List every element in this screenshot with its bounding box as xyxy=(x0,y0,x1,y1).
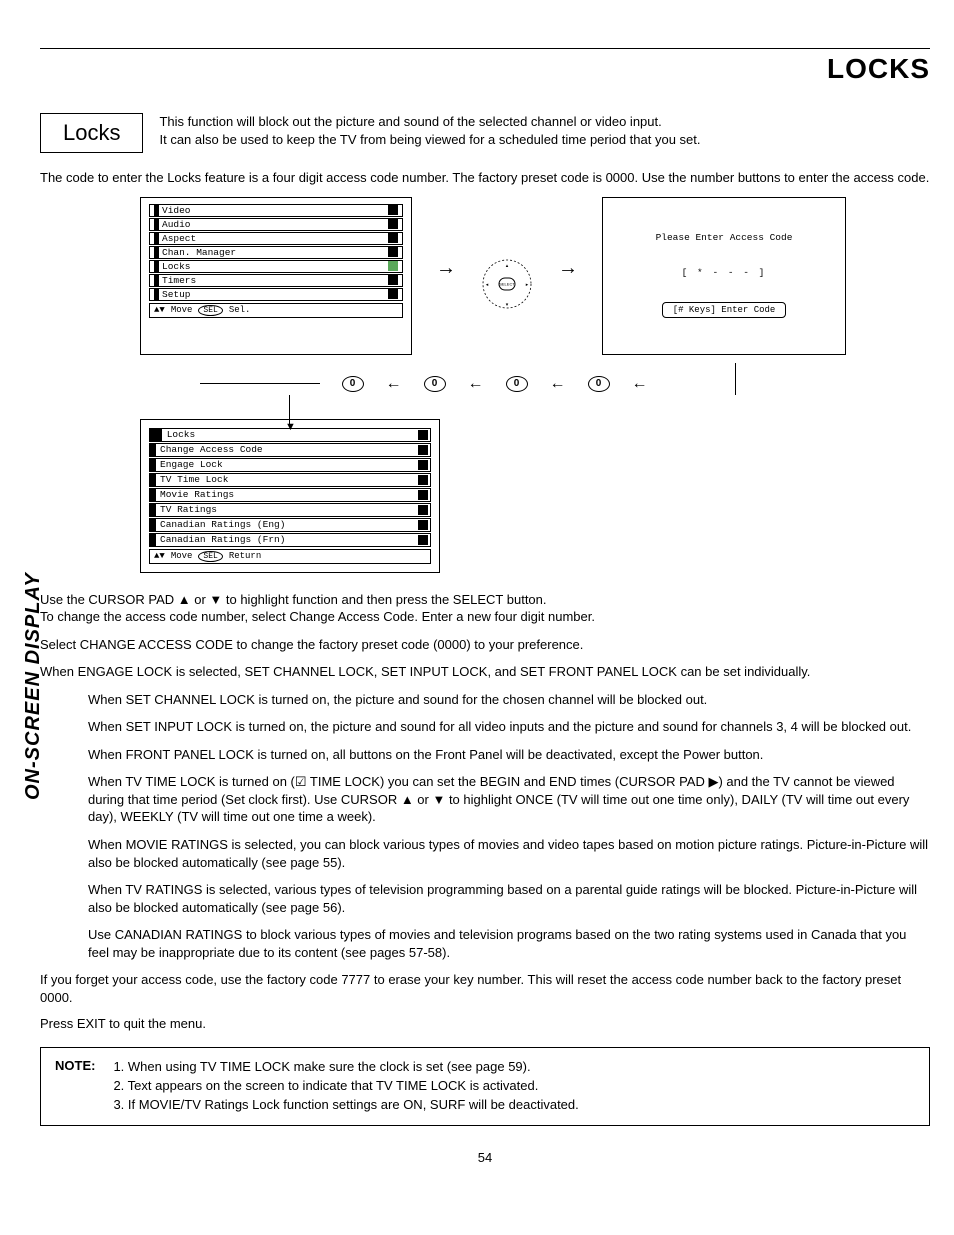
access-panel-title: Please Enter Access Code xyxy=(613,232,835,243)
body-p8: When MOVIE RATINGS is selected, you can … xyxy=(88,836,930,871)
note-item-2: 2. Text appears on the screen to indicat… xyxy=(113,1077,578,1096)
note-item-3: 3. If MOVIE/TV Ratings Lock function set… xyxy=(113,1096,578,1115)
body-p7: When TV TIME LOCK is turned on (☑ TIME L… xyxy=(88,773,930,826)
updown-icon: ▲▼ xyxy=(154,551,165,561)
body-p11: If you forget your access code, use the … xyxy=(40,971,930,1006)
submenu-item: Canadian Ratings (Frn) xyxy=(149,533,431,547)
footer-sel-label: Sel. xyxy=(229,305,251,315)
note-item-1: 1. When using TV TIME LOCK make sure the… xyxy=(113,1058,578,1077)
digit-button-0: 0 xyxy=(342,376,364,392)
body-p1: Use the CURSOR PAD ▲ or ▼ to highlight f… xyxy=(40,591,930,626)
arrow-left-icon: ← xyxy=(550,375,566,393)
menu-item-locks: Locks xyxy=(149,260,403,273)
remote-select-graphic: SELECT ▴ ▾ ◂ ▸ xyxy=(480,197,534,311)
menu-footer: ▲▼ Move SEL Sel. xyxy=(149,303,403,318)
submenu-item: Canadian Ratings (Eng) xyxy=(149,518,431,532)
submenu-item: Engage Lock xyxy=(149,458,431,472)
digit-button-0: 0 xyxy=(424,376,446,392)
footer-move-label: Move xyxy=(171,305,193,315)
body-p10: Use CANADIAN RATINGS to block various ty… xyxy=(88,926,930,961)
body-p2: Select CHANGE ACCESS CODE to change the … xyxy=(40,636,930,654)
menu-item-chan-manager: Chan. Manager xyxy=(149,246,403,259)
preamble-text: The code to enter the Locks feature is a… xyxy=(40,169,930,187)
body-p12: Press EXIT to quit the menu. xyxy=(40,1016,930,1031)
submenu-footer: ▲▼ Move SEL Return xyxy=(149,549,431,564)
footer-return-label: Return xyxy=(229,551,261,561)
footer-move-label: Move xyxy=(171,551,193,561)
locks-submenu-panel: Locks Change Access Code Engage Lock TV … xyxy=(140,419,440,573)
arrow-right-icon: → xyxy=(436,257,456,280)
page-number: 54 xyxy=(40,1150,930,1165)
svg-text:▾: ▾ xyxy=(506,302,509,308)
arrow-left-icon: ← xyxy=(468,375,484,393)
remote-select-label: SELECT xyxy=(499,281,515,286)
digit-button-0: 0 xyxy=(588,376,610,392)
sel-oval-icon: SEL xyxy=(198,305,222,316)
body-p5: When SET INPUT LOCK is turned on, the pi… xyxy=(88,718,930,736)
body-p9: When TV RATINGS is selected, various typ… xyxy=(88,881,930,916)
submenu-item: TV Ratings xyxy=(149,503,431,517)
osd-main-menu-panel: Video Audio Aspect Chan. Manager Locks T… xyxy=(140,197,412,355)
body-p6: When FRONT PANEL LOCK is turned on, all … xyxy=(88,746,930,764)
note-box: NOTE: 1. When using TV TIME LOCK make su… xyxy=(40,1047,930,1126)
body-p4: When SET CHANNEL LOCK is turned on, the … xyxy=(88,691,930,709)
menu-item-setup: Setup xyxy=(149,288,403,301)
arrow-to-access-panel: → xyxy=(558,197,578,280)
menu-item-timers: Timers xyxy=(149,274,403,287)
arrow-left-icon: ← xyxy=(632,375,648,393)
menu-item-video: Video xyxy=(149,204,403,217)
svg-text:▸: ▸ xyxy=(526,282,529,288)
submenu-item: Change Access Code xyxy=(149,443,431,457)
menu-item-audio: Audio xyxy=(149,218,403,231)
body-p3: When ENGAGE LOCK is selected, SET CHANNE… xyxy=(40,663,930,681)
note-label: NOTE: xyxy=(55,1058,95,1115)
submenu-item: Movie Ratings xyxy=(149,488,431,502)
page-header-title: LOCKS xyxy=(40,53,930,85)
side-tab-label: ON-SCREEN DISPLAY xyxy=(22,572,45,800)
access-code-panel: Please Enter Access Code [ * - - - ] [# … xyxy=(602,197,846,355)
access-code-display: [ * - - - ] xyxy=(613,267,835,278)
arrow-right-icon: → xyxy=(558,257,578,280)
submenu-item: TV Time Lock xyxy=(149,473,431,487)
code-entry-row: 0 ← 0 ← 0 ← 0 ← xyxy=(40,375,930,393)
section-title-box: Locks xyxy=(40,113,143,153)
intro-line2: It can also be used to keep the TV from … xyxy=(159,132,700,147)
intro-line1: This function will block out the picture… xyxy=(159,114,661,129)
intro-text: This function will block out the picture… xyxy=(159,113,930,148)
svg-text:◂: ◂ xyxy=(486,282,489,288)
arrow-to-remote: → xyxy=(436,197,456,280)
digit-button-0: 0 xyxy=(506,376,528,392)
arrow-left-icon: ← xyxy=(386,375,402,393)
updown-icon: ▲▼ xyxy=(154,305,165,315)
menu-item-aspect: Aspect xyxy=(149,232,403,245)
remote-dpad-icon: SELECT ▴ ▾ ◂ ▸ xyxy=(480,257,534,311)
access-code-hint: [# Keys] Enter Code xyxy=(662,302,787,318)
sel-oval-icon: SEL xyxy=(198,551,222,562)
svg-text:▴: ▴ xyxy=(506,263,509,269)
arrow-down-icon: ▼ xyxy=(285,421,296,433)
